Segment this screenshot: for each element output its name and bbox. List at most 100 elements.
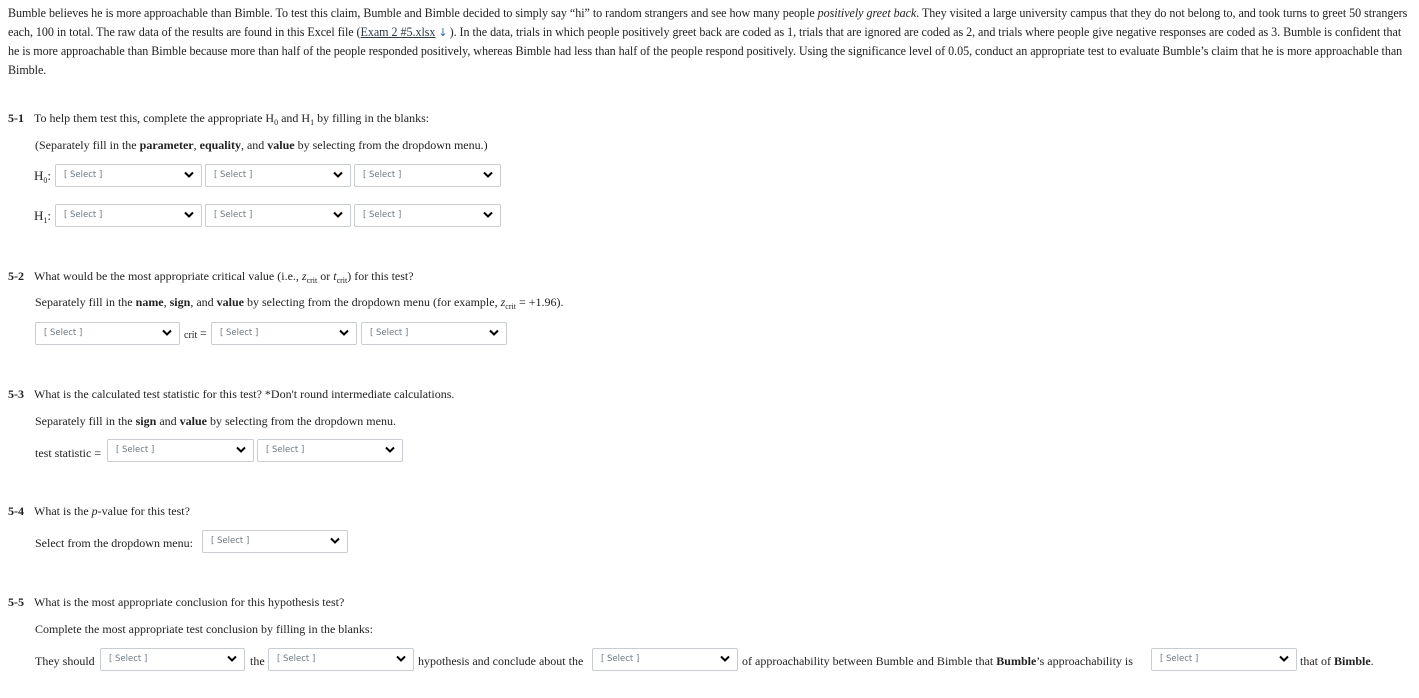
label-text: : xyxy=(47,208,52,223)
instruction-text: , and xyxy=(240,138,268,152)
select-placeholder: [ Select ] xyxy=(220,328,259,338)
instruction-text: = +1.96). xyxy=(515,295,564,309)
h0-equality-select[interactable]: [ Select ] xyxy=(205,164,351,187)
question-text: and H xyxy=(278,111,311,125)
test-statistic-label: test statistic = xyxy=(35,446,101,461)
instruction-text: by selecting from the dropdown menu. xyxy=(207,414,396,428)
instruction-text: , and xyxy=(190,295,217,309)
label-text: : xyxy=(47,168,52,183)
question-5-1-instructions: (Separately fill in the parameter, equal… xyxy=(35,138,488,153)
conclusion-text-1: They should xyxy=(35,654,95,669)
label-text: They should xyxy=(35,654,95,668)
h1-equality-select[interactable]: [ Select ] xyxy=(205,204,351,227)
chevron-down-icon xyxy=(333,171,343,178)
select-placeholder: [ Select ] xyxy=(363,170,402,180)
conclusion-text-3: hypothesis and conclude about the xyxy=(418,654,583,669)
question-5-3-instructions: Separately fill in the sign and value by… xyxy=(35,414,396,429)
download-icon[interactable]: ↓ xyxy=(438,24,447,43)
h0-value-select[interactable]: [ Select ] xyxy=(354,164,501,187)
instruction-text: by selecting from the dropdown menu (for… xyxy=(244,295,501,309)
question-text: What is the xyxy=(34,504,92,518)
chevron-down-icon xyxy=(236,446,246,453)
chevron-down-icon xyxy=(330,537,340,544)
chevron-down-icon xyxy=(184,171,194,178)
problem-description: Bumble believes he is more approachable … xyxy=(8,4,1413,79)
instruction-bold: value xyxy=(179,414,207,428)
conclusion-text-2: the xyxy=(250,654,265,669)
select-placeholder: [ Select ] xyxy=(116,445,155,455)
select-placeholder: [ Select ] xyxy=(370,328,409,338)
p-value-select[interactable]: [ Select ] xyxy=(202,530,348,553)
question-5-2-instructions: Separately fill in the name, sign, and v… xyxy=(35,295,563,311)
instruction-text: Complete the most appropriate test concl… xyxy=(35,622,373,636)
chevron-down-icon xyxy=(489,329,499,336)
label-text: = xyxy=(200,326,207,340)
chevron-down-icon xyxy=(1279,655,1289,662)
label-text: H xyxy=(34,168,44,183)
p-value-label: Select from the dropdown menu: xyxy=(35,536,193,551)
h1-label: H1: xyxy=(34,208,51,225)
h1-parameter-select[interactable]: [ Select ] xyxy=(55,204,202,227)
intro-emphasis: positively greet back xyxy=(817,6,917,20)
test-statistic-sign-select[interactable]: [ Select ] xyxy=(107,439,254,462)
question-text: What is the calculated test statistic fo… xyxy=(34,387,455,401)
conclusion-decision-select[interactable]: [ Select ] xyxy=(100,648,245,671)
question-text: ) for this test? xyxy=(347,269,414,283)
select-placeholder: [ Select ] xyxy=(1160,654,1199,664)
instruction-bold: sign xyxy=(169,295,191,309)
instruction-text: by selecting from the dropdown menu.) xyxy=(294,138,488,152)
label-text: Select from the dropdown menu: xyxy=(35,536,193,550)
crit-label: crit xyxy=(184,330,197,341)
question-5-2: 5-2 What would be the most appropriate cr… xyxy=(8,269,414,285)
label-text: . xyxy=(1370,654,1374,668)
instruction-text: Separately fill in the xyxy=(35,295,136,309)
question-text: by filling in the blanks: xyxy=(314,111,430,125)
label-bold: Bimble xyxy=(1334,654,1371,668)
instruction-bold: sign xyxy=(135,414,157,428)
instruction-text: Separately fill in the xyxy=(35,414,136,428)
chevron-down-icon xyxy=(162,329,172,336)
question-5-4: 5-4 What is the p-value for this test? xyxy=(8,504,190,519)
subscript: crit xyxy=(336,276,348,285)
question-text: or xyxy=(317,269,334,283)
crit-name-select[interactable]: [ Select ] xyxy=(35,322,180,345)
label-bold: Bumble xyxy=(996,654,1037,668)
question-number: 5-2 xyxy=(8,269,24,283)
label-text: hypothesis and conclude about the xyxy=(418,654,584,668)
select-placeholder: [ Select ] xyxy=(214,170,253,180)
question-text: -value for this test? xyxy=(97,504,190,518)
select-placeholder: [ Select ] xyxy=(44,328,83,338)
question-number: 5-3 xyxy=(8,387,24,401)
equals-sign: = xyxy=(200,326,207,341)
label-text: that of xyxy=(1300,654,1334,668)
subscript: crit xyxy=(306,276,318,285)
question-text: What would be the most appropriate criti… xyxy=(34,269,302,283)
question-number: 5-4 xyxy=(8,504,24,518)
select-placeholder: [ Select ] xyxy=(363,210,402,220)
test-statistic-value-select[interactable]: [ Select ] xyxy=(257,439,403,462)
intro-text-1: Bumble believes he is more approachable … xyxy=(8,6,818,20)
conclusion-hypothesis-select[interactable]: [ Select ] xyxy=(268,648,414,671)
instruction-bold: parameter xyxy=(139,138,194,152)
crit-sign-select[interactable]: [ Select ] xyxy=(211,322,357,345)
instruction-bold: equality xyxy=(199,138,241,152)
crit-value-select[interactable]: [ Select ] xyxy=(361,322,507,345)
h0-parameter-select[interactable]: [ Select ] xyxy=(55,164,202,187)
instruction-text: (Separately fill in the xyxy=(35,138,140,152)
select-placeholder: [ Select ] xyxy=(64,170,103,180)
chevron-down-icon xyxy=(396,655,406,662)
subscript: crit xyxy=(184,330,198,341)
chevron-down-icon xyxy=(720,655,730,662)
label-text: the xyxy=(250,654,265,668)
question-5-5-instructions: Complete the most appropriate test concl… xyxy=(35,622,373,637)
select-placeholder: [ Select ] xyxy=(601,654,640,664)
question-number: 5-5 xyxy=(8,595,24,609)
subscript: crit xyxy=(505,302,516,311)
instruction-bold: value xyxy=(267,138,295,152)
conclusion-comparison-select[interactable]: [ Select ] xyxy=(1151,648,1297,671)
instruction-bold: name xyxy=(135,295,164,309)
conclusion-text-5: that of Bimble. xyxy=(1300,654,1374,669)
conclusion-difference-select[interactable]: [ Select ] xyxy=(592,648,738,671)
h1-value-select[interactable]: [ Select ] xyxy=(354,204,501,227)
excel-file-link[interactable]: Exam 2 #5.xlsx xyxy=(361,25,436,39)
